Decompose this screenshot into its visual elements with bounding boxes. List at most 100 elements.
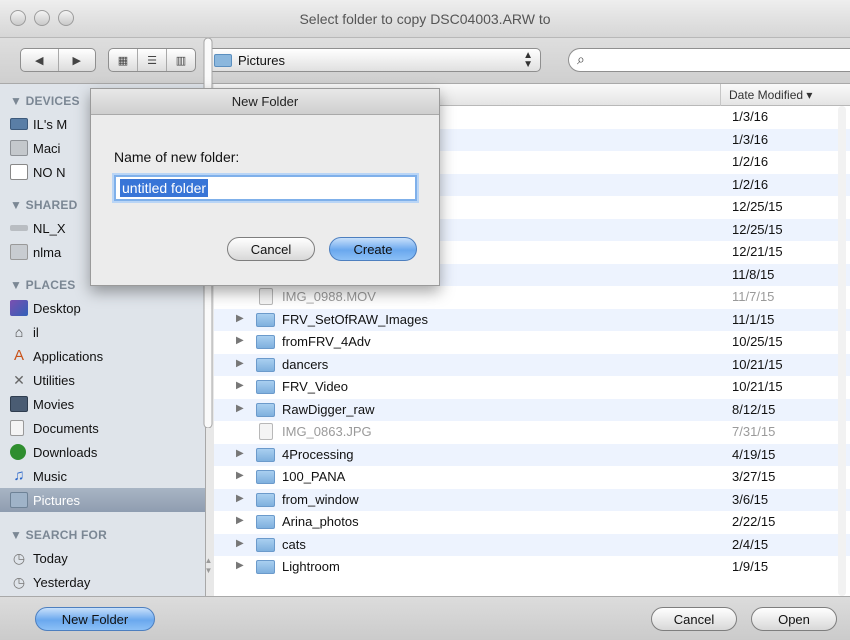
- column-view-icon[interactable]: ▥: [167, 49, 195, 71]
- disclosure-triangle-icon[interactable]: ▶: [236, 335, 244, 346]
- date-modified: 1/2/16: [732, 154, 769, 169]
- pictures-icon: [10, 492, 28, 508]
- date-modified: 8/12/15: [732, 401, 776, 417]
- sidebar-item-label: Yesterday: [33, 574, 91, 590]
- date-modified: 1/9/15: [732, 559, 769, 574]
- date-modified: 11/1/15: [732, 311, 775, 327]
- folder-icon: [256, 380, 275, 394]
- search-field[interactable]: ⌕: [568, 48, 850, 72]
- disclosure-triangle-icon[interactable]: ▶: [236, 515, 244, 526]
- table-row[interactable]: ▶ Lightroom 1/9/15: [214, 556, 850, 578]
- new-folder-button[interactable]: New Folder: [35, 607, 155, 631]
- back-forward-control: ◀ ▶: [20, 48, 96, 72]
- disclosure-triangle-icon[interactable]: ▶: [236, 358, 244, 369]
- sidebar-item-label: Pictures: [33, 492, 80, 508]
- create-button[interactable]: Create: [329, 237, 417, 261]
- folder-icon: [256, 470, 275, 484]
- file-name: Lightroom: [282, 559, 340, 574]
- sidebar-item-home[interactable]: ⌂ il: [10, 320, 205, 344]
- disclosure-triangle-icon[interactable]: ▶: [236, 470, 244, 481]
- date-modified: 3/6/15: [732, 491, 769, 507]
- table-row[interactable]: ▶ from_window 3/6/15: [214, 488, 850, 511]
- table-row[interactable]: ▶ 4Processing 4/19/15: [214, 443, 850, 466]
- file-name: IMG_0988.MOV: [282, 289, 376, 304]
- date-modified: 10/25/15: [732, 334, 783, 349]
- sidebar-item-label: Movies: [33, 396, 75, 412]
- disclosure-triangle-icon[interactable]: ▶: [236, 560, 244, 571]
- date-modified: 1/3/16: [732, 109, 769, 124]
- sidebar-item-downloads[interactable]: Downloads: [10, 440, 205, 464]
- clock-icon: ◷: [12, 574, 26, 590]
- sidebar-scroll-arrows[interactable]: ▲ ▼: [204, 556, 213, 586]
- cancel-button[interactable]: Cancel: [651, 607, 737, 631]
- folder-icon: [256, 335, 275, 349]
- open-button[interactable]: Open: [751, 607, 837, 631]
- sidebar-item-label: Utilities: [33, 372, 75, 388]
- sidebar-item-label: Maci: [33, 140, 61, 156]
- hard-drive-icon: [10, 140, 28, 156]
- sidebar-item-label: Desktop: [33, 300, 81, 316]
- icon-view-icon[interactable]: ▦: [109, 49, 138, 71]
- table-row[interactable]: ▶ cats 2/4/15: [214, 533, 850, 556]
- documents-icon: [10, 420, 24, 436]
- folder-icon: [256, 402, 275, 417]
- window-title: Select folder to copy DSC04003.ARW to: [299, 11, 551, 27]
- sidebar-item-music[interactable]: ♫ Music: [10, 464, 205, 488]
- sidebar-item-desktop[interactable]: Desktop: [10, 296, 205, 320]
- sidebar-item-today[interactable]: ◷ Today: [10, 546, 205, 570]
- sidebar-item-label: NL_X: [33, 220, 66, 236]
- table-row[interactable]: ▶ FRV_Video 10/21/15: [214, 376, 850, 398]
- location-popup[interactable]: Pictures ▲ ▼: [205, 48, 541, 72]
- sheet-cancel-button[interactable]: Cancel: [227, 237, 315, 261]
- disclosure-triangle-icon[interactable]: ▶: [236, 313, 244, 324]
- sidebar-item-label: NO N: [33, 164, 66, 180]
- sidebar-header-shared: ▼ SHARED: [10, 198, 78, 212]
- date-modified-column-header[interactable]: Date Modified ▾: [720, 84, 850, 106]
- date-modified: 7/31/15: [732, 424, 776, 439]
- table-row[interactable]: ▶ Arina_photos 2/22/15: [214, 511, 850, 533]
- network-computer-icon: [10, 244, 28, 260]
- file-name: 100_PANA: [282, 469, 346, 484]
- disclosure-triangle-icon[interactable]: ▶: [236, 403, 244, 414]
- movies-icon: [10, 396, 28, 412]
- disclosure-triangle-icon[interactable]: ▶: [236, 380, 244, 391]
- sidebar-header-search: ▼ SEARCH FOR: [10, 528, 107, 542]
- date-modified: 11/8/15: [732, 266, 775, 282]
- table-row[interactable]: ▶ dancers 10/21/15: [214, 353, 850, 376]
- list-view-icon[interactable]: ☰: [138, 49, 167, 71]
- forward-arrow-icon[interactable]: ▶: [59, 49, 96, 71]
- list-scrollbar[interactable]: [836, 106, 848, 596]
- sidebar-item-utilities[interactable]: ✕ Utilities: [10, 368, 205, 392]
- table-row[interactable]: IMG_0863.JPG 7/31/15: [214, 421, 850, 443]
- bottom-bar: New Folder Cancel Open: [0, 596, 850, 640]
- sidebar-item-yesterday[interactable]: ◷ Yesterday: [10, 570, 205, 594]
- date-modified: 12/25/15: [732, 199, 783, 214]
- sidebar-item-movies[interactable]: Movies: [10, 392, 205, 416]
- sidebar-item-documents[interactable]: Documents: [10, 416, 205, 440]
- search-icon: ⌕: [577, 51, 585, 67]
- table-row[interactable]: ▶ FRV_SetOfRAW_Images 11/1/15: [214, 308, 850, 331]
- date-modified: 1/2/16: [732, 176, 769, 192]
- folder-icon: [256, 447, 275, 462]
- date-modified: 3/27/15: [732, 469, 776, 484]
- folder-name-label: Name of new folder:: [114, 149, 240, 165]
- new-folder-sheet: New Folder Name of new folder: untitled …: [90, 88, 440, 286]
- chevron-updown-icon: ▲ ▼: [523, 50, 533, 70]
- disk-icon: [10, 164, 28, 180]
- disclosure-triangle-icon[interactable]: ▶: [236, 493, 244, 504]
- sidebar-item-applications[interactable]: A Applications: [10, 344, 205, 368]
- sidebar-item-label: IL's M: [33, 116, 68, 132]
- table-row[interactable]: ▶ fromFRV_4Adv 10/25/15: [214, 331, 850, 353]
- table-row[interactable]: ▶ RawDigger_raw 8/12/15: [214, 398, 850, 421]
- table-row[interactable]: ▶ 100_PANA 3/27/15: [214, 466, 850, 488]
- folder-name-field[interactable]: untitled folder: [114, 175, 417, 201]
- folder-icon: [256, 492, 275, 507]
- disclosure-triangle-icon[interactable]: ▶: [236, 448, 244, 459]
- folder-icon: [256, 312, 275, 327]
- view-mode-control: ▦ ☰ ▥: [108, 48, 196, 72]
- disclosure-triangle-icon[interactable]: ▶: [236, 538, 244, 549]
- table-row[interactable]: IMG_0988.MOV 11/7/15: [214, 286, 850, 308]
- sidebar-item-pictures[interactable]: Pictures: [0, 488, 205, 512]
- back-arrow-icon[interactable]: ◀: [21, 49, 59, 71]
- file-name: cats: [282, 536, 306, 552]
